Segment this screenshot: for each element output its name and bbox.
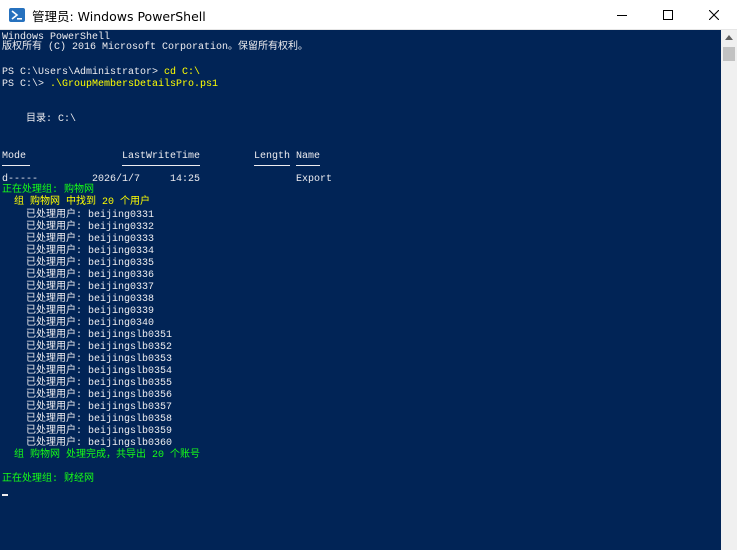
processed-user-line: 已处理用户: beijingslb0352 <box>2 342 173 353</box>
header-underline <box>2 165 30 166</box>
scroll-up-arrow-icon <box>725 35 733 40</box>
row-time: 14:25 <box>170 174 201 185</box>
header-underline <box>122 165 200 166</box>
processed-user-line: 已处理用户: beijing0340 <box>2 318 155 329</box>
processed-user-line: 已处理用户: beijing0337 <box>2 282 155 293</box>
console-output[interactable]: Windows PowerShell 版权所有 (C) 2016 Microso… <box>0 30 721 550</box>
window-title: 管理员: Windows PowerShell <box>32 9 206 24</box>
prompt-line-2: PS C:\> .\GroupMembersDetailsPro.ps1 <box>2 79 218 91</box>
close-icon <box>709 10 719 20</box>
processed-user-line: 已处理用户: beijingslb0353 <box>2 354 173 365</box>
processed-user-line: 已处理用户: beijingslb0356 <box>2 390 173 401</box>
processed-user-line: 已处理用户: beijingslb0355 <box>2 378 173 389</box>
header-underline <box>254 165 290 166</box>
header-length: Length <box>254 151 291 162</box>
group-complete-line: 组 购物网 处理完成，共导出 20 个账号 <box>2 450 201 461</box>
processed-user-line: 已处理用户: beijingslb0360 <box>2 438 173 449</box>
processed-user-line: 已处理用户: beijingslb0357 <box>2 402 173 413</box>
processed-user-line: 已处理用户: beijing0334 <box>2 246 155 257</box>
header-lastwritetime: LastWriteTime <box>122 151 201 162</box>
processed-user-line: 已处理用户: beijingslb0351 <box>2 330 173 341</box>
processing-group-line: 正在处理组: 购物网 <box>2 185 95 196</box>
header-name: Name <box>296 151 321 162</box>
powershell-icon <box>9 7 25 23</box>
prompt-line-1: PS C:\Users\Administrator> cd C:\ <box>2 67 200 79</box>
close-button[interactable] <box>691 0 737 30</box>
processed-user-line: 已处理用户: beijing0331 <box>2 210 155 221</box>
processed-user-line: 已处理用户: beijing0336 <box>2 270 155 281</box>
row-date: 2026/1/7 <box>92 174 141 185</box>
row-name: Export <box>296 174 333 185</box>
processed-user-line: 已处理用户: beijingslb0359 <box>2 426 173 437</box>
processed-user-line: 已处理用户: beijing0332 <box>2 222 155 233</box>
header-underline <box>296 165 320 166</box>
maximize-icon <box>663 10 673 20</box>
processed-user-line: 已处理用户: beijing0339 <box>2 306 155 317</box>
powershell-window: 管理员: Windows PowerShell Windows PowerShe… <box>0 0 737 550</box>
header-mode: Mode <box>2 151 27 162</box>
directory-line: 目录: C:\ <box>2 114 77 125</box>
processed-user-line: 已处理用户: beijing0335 <box>2 258 155 269</box>
command-text: .\GroupMembersDetailsPro.ps1 <box>50 79 219 90</box>
processed-user-line: 已处理用户: beijingslb0354 <box>2 366 173 377</box>
maximize-button[interactable] <box>645 0 691 30</box>
minimize-icon <box>617 15 627 16</box>
prompt-text: PS C:\Users\Administrator> <box>2 67 165 78</box>
title-bar[interactable]: 管理员: Windows PowerShell <box>0 0 737 30</box>
processed-user-line: 已处理用户: beijing0333 <box>2 234 155 245</box>
users-found-line: 组 购物网 中找到 20 个用户 <box>2 197 151 208</box>
scroll-up-button[interactable] <box>721 30 737 46</box>
processed-user-line: 已处理用户: beijing0338 <box>2 294 155 305</box>
copyright-line: 版权所有 (C) 2016 Microsoft Corporation。保留所有… <box>2 42 309 53</box>
prompt-text: PS C:\> <box>2 79 51 90</box>
minimize-button[interactable] <box>599 0 645 30</box>
processing-group-line: 正在处理组: 财经网 <box>2 474 95 485</box>
vertical-scrollbar[interactable] <box>721 30 737 550</box>
command-text: cd C:\ <box>164 67 201 78</box>
processed-user-line: 已处理用户: beijingslb0358 <box>2 414 173 425</box>
text-cursor <box>2 494 8 496</box>
scrollbar-thumb[interactable] <box>723 47 735 61</box>
